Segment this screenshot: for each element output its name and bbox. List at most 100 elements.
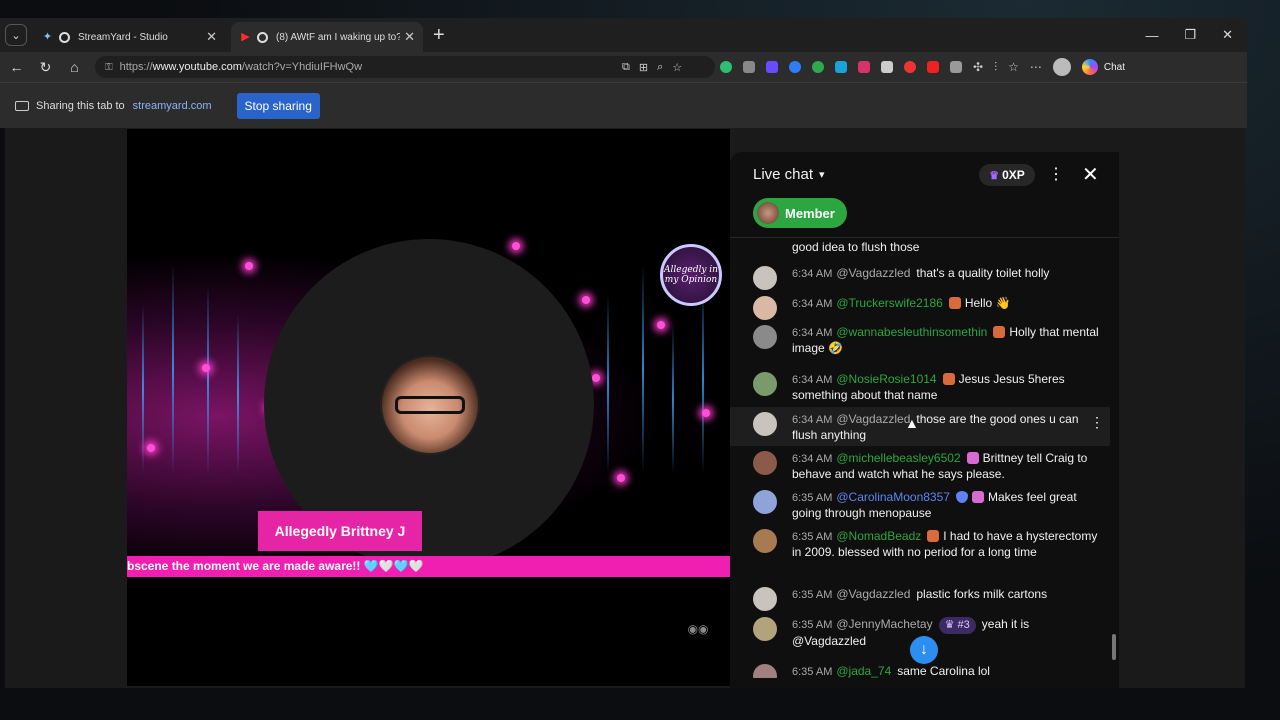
scroll-to-bottom-button[interactable]: ↓ [910,636,938,664]
light-dot [592,374,600,382]
message-text: Hello 👋 [964,296,1011,310]
chat-message: 6:34 AM @Truckerswife2186 Hello 👋 [753,296,1103,320]
tab-sharing-bar: Sharing this tab to streamyard.com Stop … [0,82,1247,128]
message-time: 6:34 AM [792,298,833,310]
apps-icon[interactable]: ⊞ [639,61,648,74]
chat-messages: good idea to flush those 6:34 AM @Vagdazz… [730,237,1119,688]
url-host: www.youtube.com [152,61,242,73]
tab-actions-menu-icon[interactable]: ⌄ [5,24,27,46]
light-streak [672,324,674,474]
extension-icon[interactable] [812,61,824,73]
xp-value: 0XP [1002,168,1025,182]
chat-message-hover [730,407,1110,446]
copilot-label: Chat [1103,61,1125,73]
new-tab-button[interactable]: + [433,24,445,47]
extension-icon[interactable] [927,61,939,73]
light-streak [172,264,174,474]
extension-icon[interactable] [835,61,847,73]
avatar[interactable] [753,325,777,349]
light-streak [607,294,609,474]
light-streak [702,284,704,474]
xp-badge[interactable]: ♛ 0XP [979,164,1035,186]
sharing-host-link[interactable]: streamyard.com [133,100,212,112]
extension-icon[interactable] [743,61,755,73]
avatar[interactable] [753,296,777,320]
audio-indicator-icon [257,31,268,43]
favorites-icon[interactable]: ☆ [1008,60,1019,74]
omnibox-actions: ⧉ ⊞ ⌕ ☆ [622,52,682,82]
streamyard-icon: ✦ [42,30,53,43]
close-window-icon[interactable]: ✕ [1222,27,1233,43]
home-icon[interactable]: ⌂ [60,59,89,75]
message-text: good idea to flush those [792,240,920,254]
tab-youtube[interactable]: ▶ (8) AWtF am I waking up to?! ✕ [231,22,423,52]
chevron-down-icon: ▾ [819,169,825,181]
extension-icon[interactable] [950,61,962,73]
copilot-icon [1081,59,1098,75]
member-button[interactable]: Member [753,198,847,228]
extension-icon[interactable] [858,61,870,73]
scrolling-ticker: bscene the moment we are made aware!! 🩵🤍… [127,556,730,577]
light-dot [202,364,210,372]
screen-share-icon [15,100,29,111]
minimize-icon[interactable]: — [1145,28,1158,43]
member-badge-icon [993,326,1006,338]
close-chat-icon[interactable]: ✕ [1082,162,1099,187]
light-dot [617,474,625,482]
back-icon[interactable]: ← [2,59,31,75]
chat-scrollbar[interactable] [1112,634,1116,660]
extension-icon[interactable] [720,61,732,73]
site-info-icon[interactable]: ⚿ [105,62,113,73]
crown-icon: ♛ [989,169,1000,182]
live-chat-mode-selector[interactable]: Live chat ▾ [753,166,825,183]
channel-logo: Allegedly in my Opinion [660,244,722,306]
tab-title: (8) AWtF am I waking up to?! [276,31,401,43]
favorite-star-icon[interactable]: ☆ [672,61,682,74]
light-dot [582,296,590,304]
window-controls: — ❐ ✕ [1145,18,1243,52]
light-streak [237,314,239,474]
live-chat-title: Live chat [753,166,814,183]
extension-icon[interactable] [881,61,893,73]
picture-in-picture-icon[interactable]: ⧉ [622,61,630,74]
light-dot [702,409,710,417]
message-author[interactable]: @Vagdazzled [836,266,910,280]
message-author[interactable]: @NosieRosie1014 [836,372,936,386]
live-chat-header: Live chat ▾ ♛ 0XP ⋮ ✕ Member [730,152,1119,236]
chat-message: 6:34 AM @Vagdazzled that's a quality toile… [753,266,1103,290]
extension-icon[interactable] [789,61,801,73]
more-options-icon[interactable]: ⋮ [1048,164,1064,184]
extensions-bar: ✣ ⫶ ☆ ⋯ Chat [720,52,1125,82]
youtube-icon: ▶ [241,30,250,43]
light-dot [657,321,665,329]
extension-icon[interactable] [904,61,916,73]
reload-icon[interactable]: ↻ [31,59,60,76]
zoom-icon[interactable]: ⌕ [657,61,663,74]
extensions-puzzle-icon[interactable]: ✣ [973,60,983,74]
extension-icon[interactable] [766,61,778,73]
avatar[interactable] [753,266,777,290]
mouse-cursor-icon: ▲ [905,415,919,431]
close-tab-icon[interactable]: ✕ [404,29,415,45]
copilot-chat-button[interactable]: Chat [1081,59,1125,75]
message-time: 6:34 AM [792,374,833,386]
watermark-logo: ◉◉ [687,622,709,636]
profile-avatar[interactable] [1052,58,1071,76]
message-author[interactable]: @Truckerswife2186 [836,296,942,310]
stop-sharing-button[interactable]: Stop sharing [236,92,320,119]
message-text: that's a quality toilet holly [916,266,1050,280]
url-path: /watch?v=YhdiuIFHwQw [241,61,363,73]
host-glasses [395,396,465,414]
light-dot [147,444,155,452]
message-menu-icon[interactable]: ⋮ [1090,414,1104,431]
split-screen-icon[interactable]: ⫶ [994,60,997,75]
close-tab-icon[interactable]: ✕ [206,29,217,45]
address-toolbar: ← ↻ ⌂ ⚿ https://www.youtube.com/watch?v=… [0,52,1247,82]
more-menu-icon[interactable]: ⋯ [1030,60,1042,74]
sharing-text: Sharing this tab to [36,99,125,112]
restore-icon[interactable]: ❐ [1184,27,1196,43]
message-author[interactable]: @wannabesleuthinsomethin [836,325,987,339]
tab-streamyard[interactable]: ✦ StreamYard - Studio ✕ [33,22,225,52]
video-player[interactable]: Allegedly in my Opinion Allegedly Brittn… [127,129,730,686]
avatar[interactable] [753,372,777,396]
